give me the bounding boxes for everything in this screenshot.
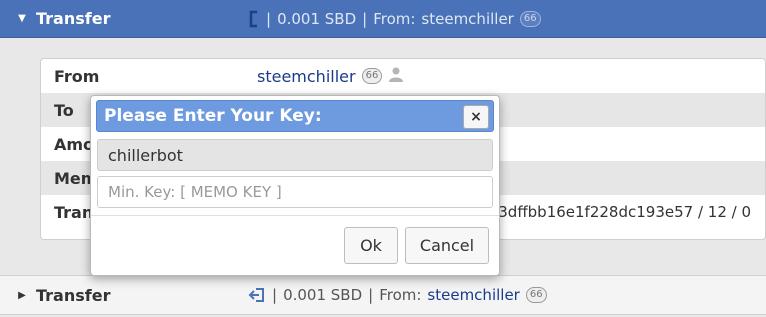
reputation-badge: 66 [525,287,547,303]
separator: | [368,286,374,304]
transfer-in-icon [248,287,266,303]
from-user-link[interactable]: steemchiller [427,286,519,304]
transaction-id: e3dffbb16e1f228dc193e57 / 12 / 0 [489,203,751,221]
row-label: From [54,66,100,86]
transfer-amount: 0.001 SBD [283,286,363,304]
caret-down-icon[interactable]: ▼ [16,13,28,24]
transfer-header-expanded[interactable]: ▼ Transfer | 0.001 SBD | From: steemchil… [0,0,766,38]
separator: | [266,9,272,28]
separator: | [362,9,368,28]
transfer-amount: 0.001 SBD [277,9,357,28]
transfer-out-icon [248,10,260,28]
ok-button[interactable]: Ok [344,227,398,264]
from-label: From: [379,286,422,304]
transfer-title: Transfer [36,9,111,28]
table-row-from: From steemchiller 66 [41,59,765,93]
modal-title: Please Enter Your Key: [104,106,322,126]
from-user-link[interactable]: steemchiller [421,10,513,28]
caret-right-icon[interactable]: ▶ [16,290,28,301]
cancel-button[interactable]: Cancel [405,227,489,264]
close-button[interactable]: × [463,105,489,129]
user-icon[interactable] [388,66,404,86]
key-input[interactable]: Min. Key: [ MEMO KEY ] [97,176,493,208]
reputation-badge: 66 [519,10,541,27]
username-field[interactable]: chillerbot [97,139,493,171]
transfer-header-collapsed[interactable]: ▶ Transfer | 0.001 SBD | From: steemchil… [0,275,766,315]
from-label: From: [373,9,416,28]
transfer-summary: | 0.001 SBD | From: steemchiller 66 [248,10,541,28]
separator: | [272,286,278,304]
divider [91,215,499,216]
row-value: steemchiller 66 [257,66,404,86]
transfer-summary: | 0.001 SBD | From: steemchiller 66 [248,286,547,304]
modal-header: Please Enter Your Key: × [96,100,494,132]
key-entry-modal: Please Enter Your Key: × chillerbot Min.… [90,95,500,276]
from-user-link[interactable]: steemchiller [257,67,356,86]
transfer-title: Transfer [36,285,111,305]
reputation-badge: 66 [361,68,383,84]
